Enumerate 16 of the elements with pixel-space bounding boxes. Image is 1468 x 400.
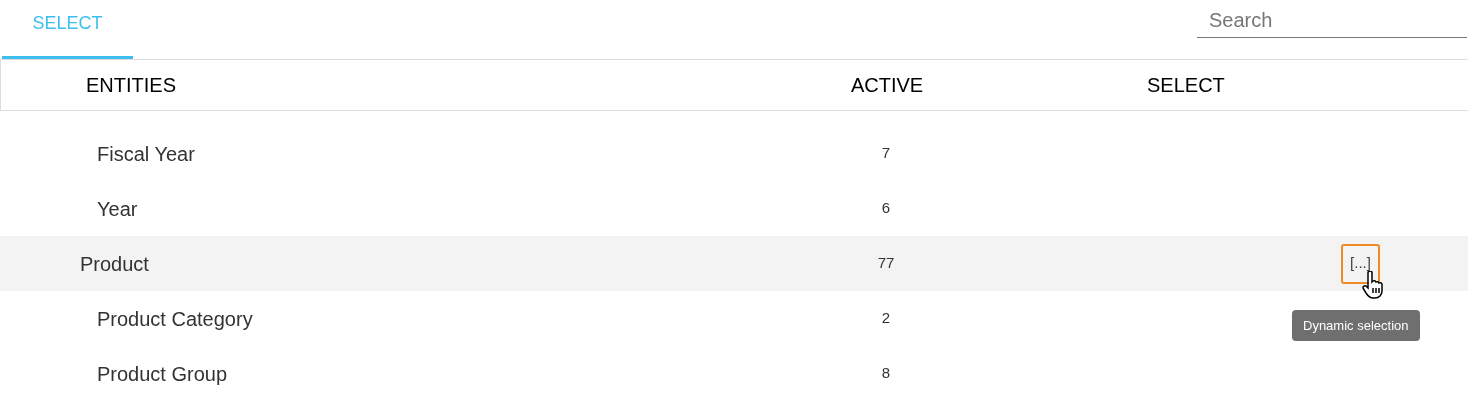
entity-name: Year: [96, 196, 139, 222]
search-field[interactable]: Search: [1197, 4, 1467, 38]
column-header: SELECT: [1146, 73, 1225, 98]
entity-name: Product Category: [96, 306, 254, 332]
entity-name: Product: [79, 251, 150, 277]
active-count: 6: [880, 198, 892, 219]
active-count: 2: [880, 308, 892, 329]
active-count: 77: [876, 253, 896, 274]
dynamic-selection-button[interactable]: [...]: [1341, 243, 1380, 284]
column-header: ACTIVE: [849, 73, 925, 98]
column-header: ENTITIES: [85, 73, 177, 98]
active-count: 7: [880, 143, 892, 164]
tooltip: Dynamic selection: [1292, 309, 1420, 341]
entity-name: Product Group: [96, 361, 229, 387]
entity-name: Fiscal Year: [96, 141, 196, 167]
active-count: 8: [880, 363, 892, 384]
